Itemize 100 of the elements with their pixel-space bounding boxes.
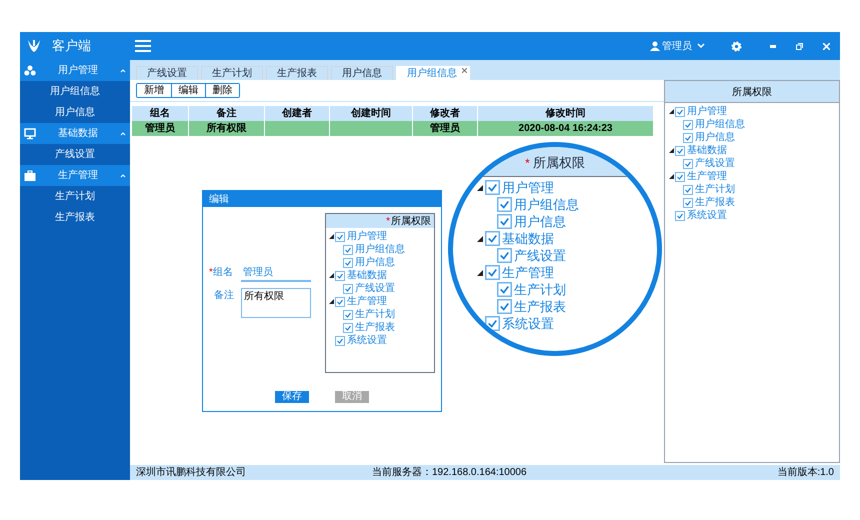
tree-item[interactable]: 用户信息 xyxy=(514,212,566,232)
tree-item[interactable]: 基础数据 xyxy=(687,143,727,158)
checkbox[interactable] xyxy=(683,184,693,194)
checkbox[interactable] xyxy=(497,197,512,212)
checkbox[interactable] xyxy=(485,231,500,246)
expander-icon[interactable] xyxy=(477,184,483,190)
tree-item[interactable]: 基础数据 xyxy=(502,228,554,248)
restore-icon[interactable] xyxy=(796,42,803,50)
expander-icon[interactable] xyxy=(329,234,334,239)
checkbox[interactable] xyxy=(335,270,345,280)
checkbox[interactable] xyxy=(335,232,345,242)
checkbox[interactable] xyxy=(335,336,345,346)
checkbox[interactable] xyxy=(485,180,500,195)
checkbox[interactable] xyxy=(675,146,685,156)
field-label: 备注 xyxy=(213,288,234,303)
tab[interactable]: 生产计划 xyxy=(201,66,263,80)
table-row[interactable]: 管理员 所有权限 管理员 2020-08-04 16:24:23 xyxy=(132,121,654,136)
tree-item[interactable]: 用户管理 xyxy=(687,104,727,119)
tree-item[interactable]: 产线设置 xyxy=(695,156,735,171)
expander-icon[interactable] xyxy=(477,236,483,242)
app-title: 客户端 xyxy=(52,37,91,56)
tree-item[interactable]: 用户组信息 xyxy=(355,242,405,257)
caret-icon[interactable] xyxy=(120,68,126,74)
expander-icon[interactable] xyxy=(477,270,483,276)
tree-item[interactable]: 生产报表 xyxy=(695,195,735,210)
tree-item[interactable]: 产线设置 xyxy=(355,281,395,296)
required-mark: * xyxy=(386,214,390,228)
tab[interactable]: 用户组信息 xyxy=(396,66,470,80)
server-address: 当前服务器：192.168.0.164:10006 xyxy=(372,466,527,480)
tab[interactable]: 用户信息 xyxy=(331,66,393,80)
tree-item[interactable]: 生产计划 xyxy=(514,280,566,300)
sidebar-group[interactable]: 基础数据 xyxy=(20,123,130,144)
checkbox[interactable] xyxy=(343,284,353,294)
required-mark: * xyxy=(209,266,213,280)
menu-icon[interactable] xyxy=(135,39,151,53)
caret-icon[interactable] xyxy=(120,172,126,178)
dialog-title: 编辑 xyxy=(209,192,229,206)
tree-item[interactable]: 用户组信息 xyxy=(695,117,745,132)
checkbox[interactable] xyxy=(497,282,512,297)
tree-item[interactable]: 生产计划 xyxy=(695,182,735,197)
input-field[interactable]: 管理员 xyxy=(241,265,311,282)
checkbox[interactable] xyxy=(497,214,512,229)
checkbox[interactable] xyxy=(485,265,500,280)
user-icon xyxy=(650,41,660,51)
checkbox[interactable] xyxy=(343,310,353,320)
checkbox[interactable] xyxy=(675,172,685,182)
user-name[interactable]: 管理员 xyxy=(662,38,692,54)
checkbox[interactable] xyxy=(675,106,685,116)
checkbox[interactable] xyxy=(343,322,353,332)
tree-item[interactable]: 产线设置 xyxy=(514,246,566,266)
expander-icon[interactable] xyxy=(669,109,674,114)
tree-item[interactable]: 生产报表 xyxy=(514,296,566,316)
checkbox[interactable] xyxy=(675,210,685,220)
expander-icon[interactable] xyxy=(329,273,334,278)
panel-header: 所属权限 xyxy=(391,214,431,228)
tree-item[interactable]: 用户管理 xyxy=(347,229,387,244)
sidebar-group[interactable]: 用户管理 xyxy=(20,60,130,81)
minimize-icon[interactable] xyxy=(770,44,776,48)
tree-item[interactable]: 系统设置 xyxy=(687,208,727,223)
table-cell: 2020-08-04 16:24:23 xyxy=(518,123,612,134)
tab[interactable]: 产线设置 xyxy=(136,66,198,80)
checkbox[interactable] xyxy=(335,296,345,306)
tree-item[interactable]: 系统设置 xyxy=(347,333,387,348)
checkbox[interactable] xyxy=(683,120,693,130)
tab[interactable]: 生产报表 xyxy=(266,66,328,80)
logo-icon xyxy=(26,38,42,54)
expander-icon[interactable] xyxy=(329,299,334,304)
tree-item[interactable]: 生产报表 xyxy=(355,320,395,335)
checkbox[interactable] xyxy=(683,198,693,208)
toolbar-button[interactable]: 删除 xyxy=(205,84,239,97)
checkbox[interactable] xyxy=(683,132,693,142)
settings-icon[interactable] xyxy=(731,40,742,52)
version-text: 当前版本:1.0 xyxy=(777,466,834,480)
checkbox[interactable] xyxy=(497,299,512,314)
caret-icon[interactable] xyxy=(120,130,126,136)
dialog-button[interactable]: 保存 xyxy=(275,391,309,403)
expander-icon[interactable] xyxy=(669,148,674,153)
sidebar-group[interactable]: 生产管理 xyxy=(20,165,130,186)
panel-header: 所属权限 xyxy=(532,154,585,172)
close-icon[interactable] xyxy=(462,68,467,73)
table-cell: 所有权限 xyxy=(206,123,246,134)
tree-item[interactable]: 基础数据 xyxy=(347,268,387,283)
tree-item[interactable]: 用户信息 xyxy=(695,130,735,145)
checkbox[interactable] xyxy=(485,316,500,331)
tree-item[interactable]: 生产管理 xyxy=(502,262,554,282)
tree-item[interactable]: 用户信息 xyxy=(355,255,395,270)
tree-item[interactable]: 系统设置 xyxy=(502,314,554,334)
company-name: 深圳市讯鹏科技有限公司 xyxy=(136,466,246,480)
checkbox[interactable] xyxy=(343,244,353,254)
checkbox[interactable] xyxy=(683,158,693,168)
checkbox[interactable] xyxy=(497,248,512,263)
expander-icon[interactable] xyxy=(669,174,674,179)
text-area[interactable]: 所有权限 xyxy=(241,288,311,318)
tree-item[interactable]: 生产管理 xyxy=(347,294,387,309)
checkbox[interactable] xyxy=(343,258,353,268)
tree-item[interactable]: 用户管理 xyxy=(502,178,554,198)
tree-item[interactable]: 生产管理 xyxy=(687,169,727,184)
caret-icon[interactable] xyxy=(697,43,705,49)
tree-item[interactable]: 用户组信息 xyxy=(514,194,579,214)
tree-item[interactable]: 生产计划 xyxy=(355,307,395,322)
